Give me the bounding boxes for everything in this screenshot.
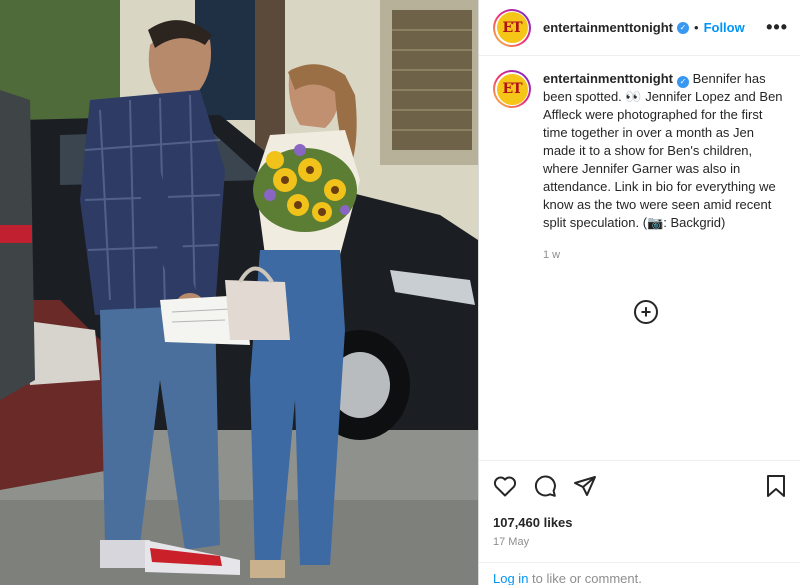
post-actions: 107,460 likes 17 May: [479, 460, 800, 548]
caption-time-ago[interactable]: 1 w: [543, 246, 786, 264]
post-header: ET entertainmenttonight ✓ • Follow •••: [479, 0, 800, 56]
plus-circle-icon[interactable]: +: [634, 300, 658, 324]
likes-count[interactable]: 107,460 likes: [493, 515, 787, 530]
caption-text: Bennifer has been spotted. 👀 Jennifer Lo…: [543, 71, 783, 230]
verified-badge-icon: ✓: [677, 21, 689, 34]
login-prompt: Log in to like or comment.: [479, 562, 800, 585]
post-details-panel: ET entertainmenttonight ✓ • Follow ••• E…: [478, 0, 800, 585]
action-row: [493, 473, 787, 499]
login-prompt-text: to like or comment.: [528, 571, 642, 585]
paper-plane-icon[interactable]: [573, 474, 597, 498]
post-photo[interactable]: [0, 0, 478, 585]
caption-verified-badge-icon: ✓: [677, 76, 689, 88]
caption-avatar[interactable]: ET: [493, 70, 531, 108]
comment-bubble-icon[interactable]: [533, 474, 557, 498]
caption-username[interactable]: entertainmenttonight: [543, 71, 673, 86]
heart-icon[interactable]: [493, 475, 517, 497]
post-date: 17 May: [493, 536, 530, 548]
post-photo-image: [0, 0, 478, 585]
caption-avatar-logo: ET: [496, 73, 528, 105]
header-separator: •: [694, 20, 699, 35]
caption-body: entertainmenttonight ✓ Bennifer has been …: [543, 70, 786, 264]
follow-button[interactable]: Follow: [704, 20, 745, 35]
account-username[interactable]: entertainmenttonight: [543, 20, 673, 35]
more-options-icon[interactable]: •••: [766, 17, 788, 38]
account-avatar-logo: ET: [496, 12, 528, 43]
bookmark-icon[interactable]: [765, 474, 787, 498]
login-link[interactable]: Log in: [493, 571, 528, 585]
post-caption: ET entertainmenttonight ✓ Bennifer has be…: [479, 56, 800, 264]
account-avatar[interactable]: ET: [493, 8, 531, 47]
